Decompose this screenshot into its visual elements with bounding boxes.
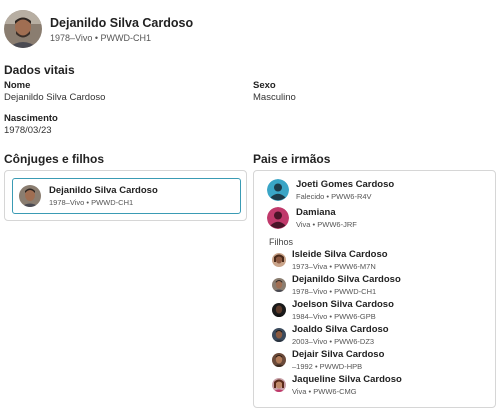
mother-row[interactable]: Damiana Viva • PWW6-JRF [267,207,357,229]
avatar [272,303,286,317]
spouse-card[interactable]: Dejanildo Silva Cardoso 1978–Vivo • PWWD… [12,178,241,214]
person-name: Dejanildo Silva Cardoso [50,15,194,30]
child-name: Jaqueline Silva Cardoso [292,374,402,385]
name-value: Dejanildo Silva Cardoso [4,92,106,103]
mother-summary: Viva • PWW6-JRF [296,220,357,229]
child-name: Dejair Silva Cardoso [292,349,385,360]
father-name: Joeti Gomes Cardoso [296,179,395,190]
child-row[interactable]: Dejanildo Silva Cardoso 1978–Vivo • PWWD… [272,274,401,296]
child-name: Dejanildo Silva Cardoso [292,274,401,285]
person-header: Dejanildo Silva Cardoso 1978–Vivo • PWWD… [4,10,193,48]
parents-title: Pais e irmãos [253,152,331,166]
child-row[interactable]: Dejair Silva Cardoso –1992 • PWWD-HPB [272,349,384,371]
father-row[interactable]: Joeti Gomes Cardoso Falecido • PWW6-R4V [267,179,394,201]
spouse-summary: 1978–Vivo • PWWD-CH1 [49,198,134,207]
person-summary: 1978–Vivo • PWWD-CH1 [50,32,152,43]
child-name: Joaldo Silva Cardoso [292,324,389,335]
vitals-title: Dados vitais [4,63,75,77]
birth-value: 1978/03/23 [4,125,52,136]
name-label: Nome [4,80,31,91]
spouses-title: Cônjuges e filhos [4,152,105,166]
male-icon [267,179,289,201]
child-summary: –1992 • PWWD-HPB [292,362,363,371]
spouses-panel: Dejanildo Silva Cardoso 1978–Vivo • PWWD… [4,170,247,221]
spouse-name: Dejanildo Silva Cardoso [49,185,158,196]
child-summary: 2003–Vivo • PWW6-DZ3 [292,337,375,346]
avatar [19,185,41,207]
child-row[interactable]: Joelson Silva Cardoso 1984–Vivo • PWW6-G… [272,299,394,321]
avatar[interactable] [4,10,42,48]
child-summary: 1973–Viva • PWW6-M7N [292,262,376,271]
mother-name: Damiana [296,207,336,218]
birth-label: Nascimento [4,113,58,124]
child-summary: 1984–Vivo • PWW6-GPB [292,312,376,321]
child-row[interactable]: Jaqueline Silva Cardoso Viva • PWW6-CMG [272,374,402,396]
child-name: Joelson Silva Cardoso [292,299,394,310]
avatar [272,353,286,367]
child-row[interactable]: Isleide Silva Cardoso 1973–Viva • PWW6-M… [272,249,388,271]
sex-value: Masculino [253,92,296,103]
child-row[interactable]: Joaldo Silva Cardoso 2003–Vivo • PWW6-DZ… [272,324,389,346]
parents-panel: Joeti Gomes Cardoso Falecido • PWW6-R4V … [253,170,496,408]
child-name: Isleide Silva Cardoso [292,249,388,260]
child-summary: Viva • PWW6-CMG [292,387,357,396]
avatar [272,328,286,342]
child-summary: 1978–Vivo • PWWD-CH1 [292,287,377,296]
children-label: Filhos [269,237,294,247]
sex-label: Sexo [253,80,276,91]
female-icon [267,207,289,229]
avatar [272,278,286,292]
father-summary: Falecido • PWW6-R4V [296,192,372,201]
avatar [272,253,286,267]
avatar [272,378,286,392]
